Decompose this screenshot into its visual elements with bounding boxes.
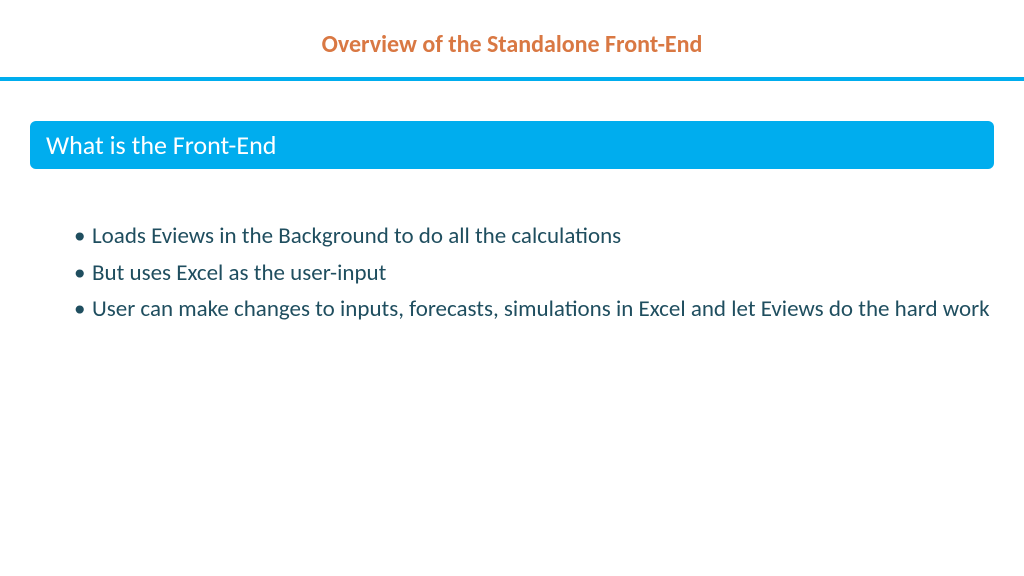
slide-title: Overview of the Standalone Front-End	[0, 0, 1024, 77]
bullet-list: Loads Eviews in the Background to do all…	[30, 219, 994, 327]
section-header: What is the Front-End	[30, 121, 994, 169]
list-item: But uses Excel as the user-input	[74, 256, 994, 291]
list-item: Loads Eviews in the Background to do all…	[74, 219, 994, 254]
slide-content: What is the Front-End Loads Eviews in th…	[0, 81, 1024, 327]
list-item: User can make changes to inputs, forecas…	[74, 292, 994, 327]
